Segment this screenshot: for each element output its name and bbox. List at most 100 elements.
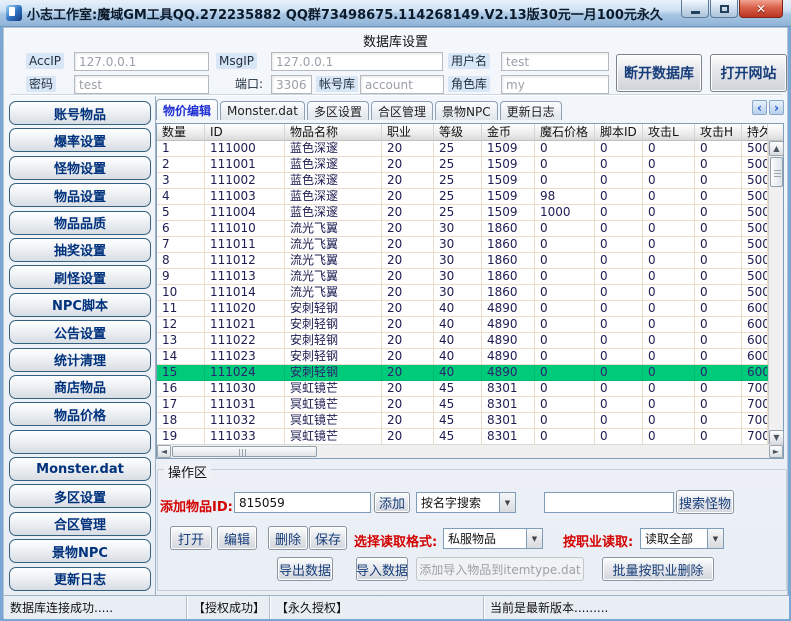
column-header[interactable]: 脚本ID [595, 124, 643, 140]
minimize-button[interactable] [681, 0, 709, 18]
scroll-right-button[interactable]: ► [769, 445, 783, 458]
column-header[interactable]: 等级 [434, 124, 482, 140]
table-cell: 0 [535, 333, 595, 349]
vertical-scroll-thumb[interactable] [770, 157, 783, 187]
scroll-up-button[interactable]: ▲ [769, 141, 784, 156]
table-cell: 0 [595, 365, 643, 381]
table-cell: 6000 [742, 365, 768, 381]
read-format-select[interactable]: 私服物品 ▼ [443, 528, 543, 549]
table-cell: 0 [643, 413, 695, 429]
export-data-button[interactable]: 导出数据 [277, 557, 333, 581]
table-row[interactable]: 17111031冥虹镜芒2045830100007000 [157, 397, 783, 413]
add-button[interactable]: 添加 [374, 492, 410, 513]
sidebar-item-Monster.dat[interactable]: Monster.dat [9, 457, 151, 481]
delete-button[interactable]: 删除 [268, 526, 308, 550]
sidebar-item-商店物品[interactable]: 商店物品 [9, 375, 151, 399]
scroll-down-button[interactable]: ▼ [769, 430, 784, 445]
column-header[interactable]: 职业 [382, 124, 434, 140]
sidebar-item-物品品质[interactable]: 物品品质 [9, 211, 151, 235]
table-row[interactable]: 7111011流光飞翼2030186000005000 [157, 237, 783, 253]
column-header[interactable]: 持久 [742, 124, 768, 140]
batch-delete-by-class-button[interactable]: 批量按职业删除 [602, 557, 714, 581]
horizontal-scrollbar[interactable]: ◄ ► [157, 444, 783, 458]
column-header[interactable]: 金币 [482, 124, 535, 140]
table-cell: 0 [595, 269, 643, 285]
column-header[interactable]: 魔石价格 [535, 124, 595, 140]
tab-多区设置[interactable]: 多区设置 [307, 101, 369, 120]
sidebar-item-NPC脚本[interactable]: NPC脚本 [9, 293, 151, 317]
tab-scroll-right-button[interactable]: › [769, 100, 784, 115]
sidebar-item-合区管理[interactable]: 合区管理 [9, 512, 151, 536]
table-row[interactable]: 9111013流光飞翼2030186000005000 [157, 269, 783, 285]
sidebar-item-刷怪设置[interactable]: 刷怪设置 [9, 265, 151, 289]
scroll-left-button[interactable]: ◄ [157, 445, 171, 458]
edit-button[interactable]: 编辑 [217, 526, 257, 550]
table-cell: 0 [695, 205, 742, 221]
table-row[interactable]: 11111020安刺轻钢2040489000006000 [157, 301, 783, 317]
table-cell: 15 [157, 365, 205, 381]
vertical-scrollbar[interactable]: ▲ ▼ [768, 141, 783, 445]
sidebar-item-更新日志[interactable]: 更新日志 [9, 567, 151, 591]
tab-景物NPC[interactable]: 景物NPC [435, 101, 498, 120]
table-cell: 流光飞翼 [285, 285, 382, 301]
table-cell: 111023 [205, 349, 285, 365]
monster-search-input[interactable] [544, 492, 674, 513]
add-item-id-input[interactable] [234, 492, 371, 513]
table-cell: 20 [382, 301, 434, 317]
table-row[interactable]: 18111032冥虹镜芒2045830100007000 [157, 413, 783, 429]
search-mode-select[interactable]: 按名字搜索 ▼ [416, 492, 516, 513]
open-website-button[interactable]: 打开网站 [710, 54, 787, 92]
sidebar-item-抽奖设置[interactable]: 抽奖设置 [9, 238, 151, 262]
app-icon [6, 5, 22, 21]
sidebar-item-物品设置[interactable]: 物品设置 [9, 183, 151, 207]
sidebar-item-景物NPC[interactable]: 景物NPC [9, 539, 151, 563]
tab-更新日志[interactable]: 更新日志 [500, 101, 562, 120]
table-row[interactable]: 12111021安刺轻钢2040489000006000 [157, 317, 783, 333]
close-button[interactable]: ✕ [739, 0, 783, 18]
table-cell: 7 [157, 237, 205, 253]
sidebar-item-爆率设置[interactable]: 爆率设置 [9, 128, 151, 152]
disconnect-db-button[interactable]: 断开数据库 [616, 54, 702, 92]
sidebar-item-账号物品[interactable]: 账号物品 [9, 101, 151, 125]
table-row[interactable]: 13111022安刺轻钢2040489000006000 [157, 333, 783, 349]
table-row[interactable]: 4111003蓝色深邃20251509980005000 [157, 189, 783, 205]
save-button[interactable]: 保存 [309, 526, 347, 550]
read-by-class-select[interactable]: 读取全部 ▼ [640, 528, 724, 549]
sidebar-item-多区设置[interactable]: 多区设置 [9, 484, 151, 508]
sidebar-item-怪物设置[interactable]: 怪物设置 [9, 156, 151, 180]
column-header[interactable]: 物品名称 [285, 124, 382, 140]
table-row[interactable]: 1111000蓝色深邃2025150900005000 [157, 141, 783, 157]
horizontal-scroll-thumb[interactable] [172, 446, 317, 457]
open-button[interactable]: 打开 [170, 526, 212, 550]
table-cell: 4890 [482, 365, 535, 381]
table-row[interactable]: 14111023安刺轻钢2040489000006000 [157, 349, 783, 365]
sidebar-item-公告设置[interactable]: 公告设置 [9, 320, 151, 344]
import-data-button[interactable]: 导入数据 [356, 557, 408, 581]
table-row[interactable]: 6111010流光飞翼2030186000005000 [157, 221, 783, 237]
table-cell: 0 [695, 333, 742, 349]
table-row[interactable]: 10111014流光飞翼2030186000005000 [157, 285, 783, 301]
sidebar-item-物品价格[interactable]: 物品价格 [9, 402, 151, 426]
status-auth: 【授权成功】 [187, 596, 270, 619]
table-row[interactable]: 19111033冥虹镜芒2045830100007000 [157, 429, 783, 445]
maximize-button[interactable] [710, 0, 738, 18]
column-header[interactable]: 攻击L [643, 124, 695, 140]
column-header[interactable]: 攻击H [695, 124, 742, 140]
table-row[interactable]: 3111002蓝色深邃2025150900005000 [157, 173, 783, 189]
tab-合区管理[interactable]: 合区管理 [371, 101, 433, 120]
column-header[interactable]: 数量 [157, 124, 205, 140]
sidebar-item-统计清理[interactable]: 统计清理 [9, 348, 151, 372]
table-row[interactable]: 5111004蓝色深邃2025150910000005000 [157, 205, 783, 221]
table-cell: 安刺轻钢 [285, 349, 382, 365]
table-row[interactable]: 15111024安刺轻钢2040489000006000 [157, 365, 783, 381]
table-row[interactable]: 2111001蓝色深邃2025150900005000 [157, 157, 783, 173]
tab-Monster.dat[interactable]: Monster.dat [220, 101, 305, 120]
titlebar[interactable]: 小志工作室:魔域GM工具QQ.272235882 QQ群73498675.114… [0, 0, 791, 27]
sidebar-item-blank[interactable] [9, 430, 151, 454]
table-row[interactable]: 8111012流光飞翼2030186000005000 [157, 253, 783, 269]
column-header[interactable]: ID [205, 124, 285, 140]
tab-scroll-left-button[interactable]: ‹ [752, 100, 767, 115]
table-row[interactable]: 16111030冥虹镜芒2045830100007000 [157, 381, 783, 397]
tab-物价编辑[interactable]: 物价编辑 [156, 99, 218, 120]
search-monster-button[interactable]: 搜索怪物 [676, 490, 734, 514]
